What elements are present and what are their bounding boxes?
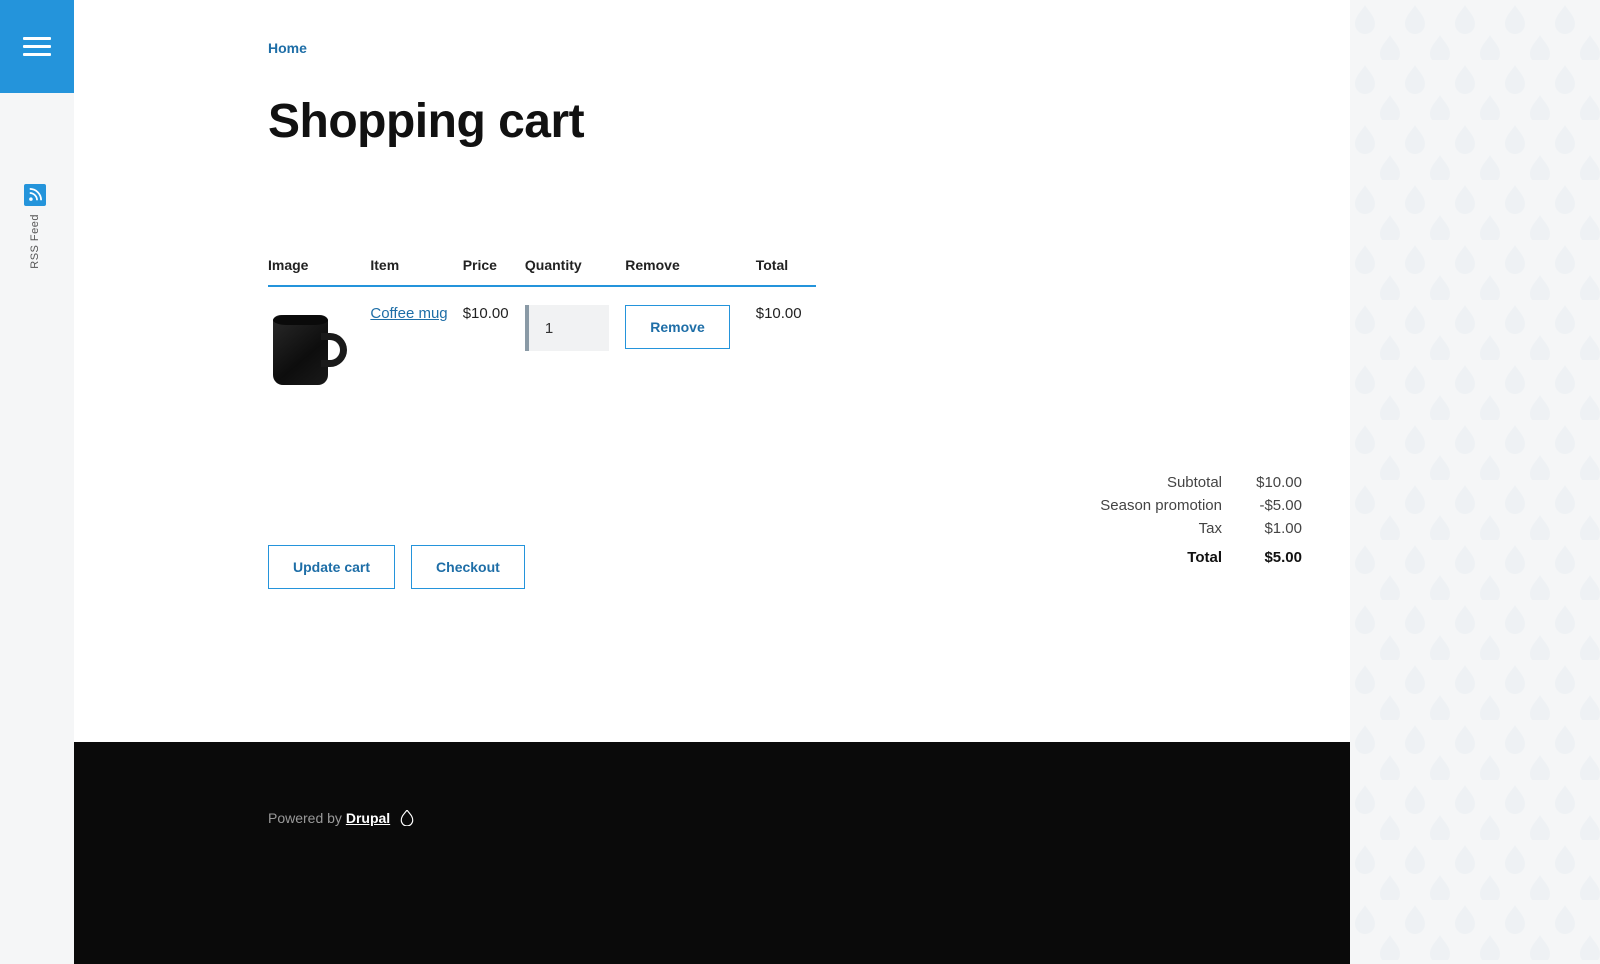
drupal-icon — [400, 810, 414, 829]
summary-label-promo: Season promotion — [1100, 497, 1222, 514]
product-price: $10.00 — [463, 286, 525, 395]
main-menu-toggle[interactable] — [0, 0, 74, 93]
th-image: Image — [268, 249, 370, 286]
th-total: Total — [756, 249, 816, 286]
summary-value-promo: -$5.00 — [1246, 497, 1302, 514]
main-content: Home Shopping cart Image Item Price Quan… — [74, 0, 1350, 742]
summary-label-subtotal: Subtotal — [1100, 474, 1222, 491]
order-summary: Subtotal $10.00 Season promotion -$5.00 … — [1100, 474, 1302, 566]
product-link[interactable]: Coffee mug — [370, 305, 447, 322]
summary-value-tax: $1.00 — [1246, 520, 1302, 537]
hamburger-icon — [23, 37, 51, 56]
footer: Powered by Drupal — [74, 742, 1350, 964]
update-cart-button[interactable]: Update cart — [268, 545, 395, 589]
product-image — [268, 305, 358, 395]
rss-label: RSS Feed — [29, 214, 41, 269]
th-item: Item — [370, 249, 462, 286]
quantity-input[interactable] — [529, 305, 609, 351]
th-remove: Remove — [625, 249, 755, 286]
rss-feed-link[interactable]: RSS Feed — [24, 184, 46, 269]
checkout-button[interactable]: Checkout — [411, 545, 525, 589]
background-pattern — [1350, 0, 1600, 964]
page-title: Shopping cart — [268, 94, 1048, 149]
footer-powered-by: Powered by — [268, 810, 346, 826]
breadcrumb: Home — [268, 40, 1048, 56]
rss-icon — [24, 184, 46, 206]
th-quantity: Quantity — [525, 249, 625, 286]
summary-label-tax: Tax — [1100, 520, 1222, 537]
summary-value-subtotal: $10.00 — [1246, 474, 1302, 491]
footer-drupal-link[interactable]: Drupal — [346, 810, 390, 826]
summary-total-label: Total — [1100, 543, 1222, 566]
line-total: $10.00 — [756, 286, 816, 395]
cart-row: Coffee mug $10.00 Remove $10.00 — [268, 286, 816, 395]
th-price: Price — [463, 249, 525, 286]
remove-button[interactable]: Remove — [625, 305, 729, 349]
cart-table: Image Item Price Quantity Remove Total — [268, 249, 816, 395]
summary-total-value: $5.00 — [1246, 543, 1302, 566]
breadcrumb-home[interactable]: Home — [268, 40, 307, 56]
